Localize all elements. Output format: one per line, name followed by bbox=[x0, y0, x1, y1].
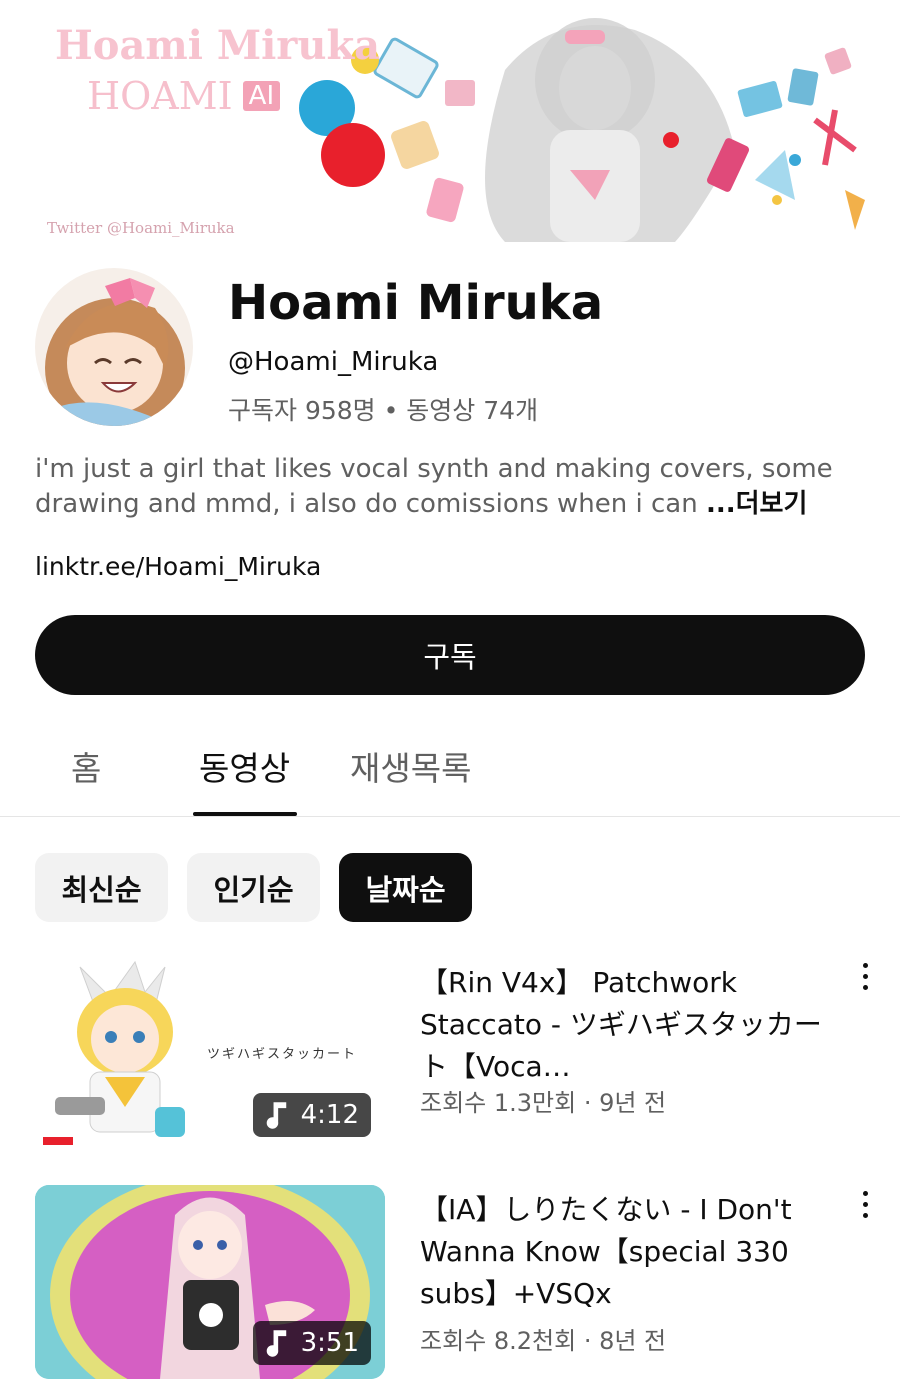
music-note-icon bbox=[266, 1102, 286, 1129]
more-options-icon[interactable] bbox=[860, 963, 870, 993]
tab-playlists[interactable]: 재생목록 bbox=[350, 742, 471, 790]
video-title[interactable]: 【IA】しりたくない - I Don't Wanna Know【special … bbox=[420, 1189, 840, 1315]
video-thumbnail[interactable]: ツギハギスタッカート 4:12 bbox=[35, 957, 385, 1151]
chip-latest[interactable]: 최신순 bbox=[35, 853, 168, 922]
tab-videos[interactable]: 동영상 bbox=[199, 742, 290, 790]
tab-home[interactable]: 홈 bbox=[71, 742, 101, 790]
thumbnail-text: ツギハギスタッカート bbox=[207, 1047, 358, 1062]
channel-link[interactable]: linktr.ee/Hoami_Miruka bbox=[35, 552, 321, 581]
more-link[interactable]: ...더보기 bbox=[706, 489, 807, 519]
subscribe-button[interactable]: 구독 bbox=[35, 615, 865, 695]
banner-twitter-text: Twitter @Hoami_Miruka bbox=[47, 219, 235, 237]
video-item[interactable]: ツギハギスタッカート 4:12 【Rin V4x】 Patchwork Stac… bbox=[0, 955, 900, 1155]
channel-avatar[interactable] bbox=[35, 268, 193, 426]
banner-title-text: Hoami Miruka bbox=[55, 22, 381, 69]
chip-date[interactable]: 날짜순 bbox=[339, 853, 472, 922]
duration-text: 3:51 bbox=[300, 1328, 359, 1358]
duration-badge: 4:12 bbox=[252, 1093, 371, 1137]
banner-ai-badge: AI bbox=[242, 81, 281, 111]
channel-banner: Hoami Miruka HOAMI AI Twitter @Hoami_Mir… bbox=[35, 0, 865, 242]
duration-text: 4:12 bbox=[300, 1100, 359, 1130]
duration-badge: 3:51 bbox=[252, 1321, 371, 1365]
channel-tabs: 홈 동영상 재생목록 bbox=[0, 720, 900, 817]
active-tab-indicator bbox=[193, 812, 297, 816]
music-note-icon bbox=[266, 1330, 286, 1357]
video-thumbnail[interactable]: 3:51 bbox=[35, 1185, 385, 1379]
video-title[interactable]: 【Rin V4x】 Patchwork Staccato - ツギハギスタッカー… bbox=[420, 962, 840, 1088]
chip-popular[interactable]: 인기순 bbox=[187, 853, 320, 922]
banner-sub-text: HOAMI bbox=[87, 74, 233, 118]
video-meta: 조회수 1.3만회 · 9년 전 bbox=[420, 1089, 667, 1117]
channel-name: Hoami Miruka bbox=[228, 275, 604, 331]
more-options-icon[interactable] bbox=[860, 1191, 870, 1221]
channel-description[interactable]: i'm just a girl that likes vocal synth a… bbox=[35, 452, 875, 522]
avatar-illustration bbox=[35, 268, 193, 426]
video-meta: 조회수 8.2천회 · 8년 전 bbox=[420, 1327, 667, 1355]
banner-subtitle: HOAMI AI bbox=[87, 74, 281, 118]
channel-stats: 구독자 958명 • 동영상 74개 bbox=[228, 396, 539, 425]
video-item[interactable]: 3:51 【IA】しりたくない - I Don't Wanna Know【spe… bbox=[0, 1185, 900, 1385]
channel-handle: @Hoami_Miruka bbox=[228, 347, 439, 377]
